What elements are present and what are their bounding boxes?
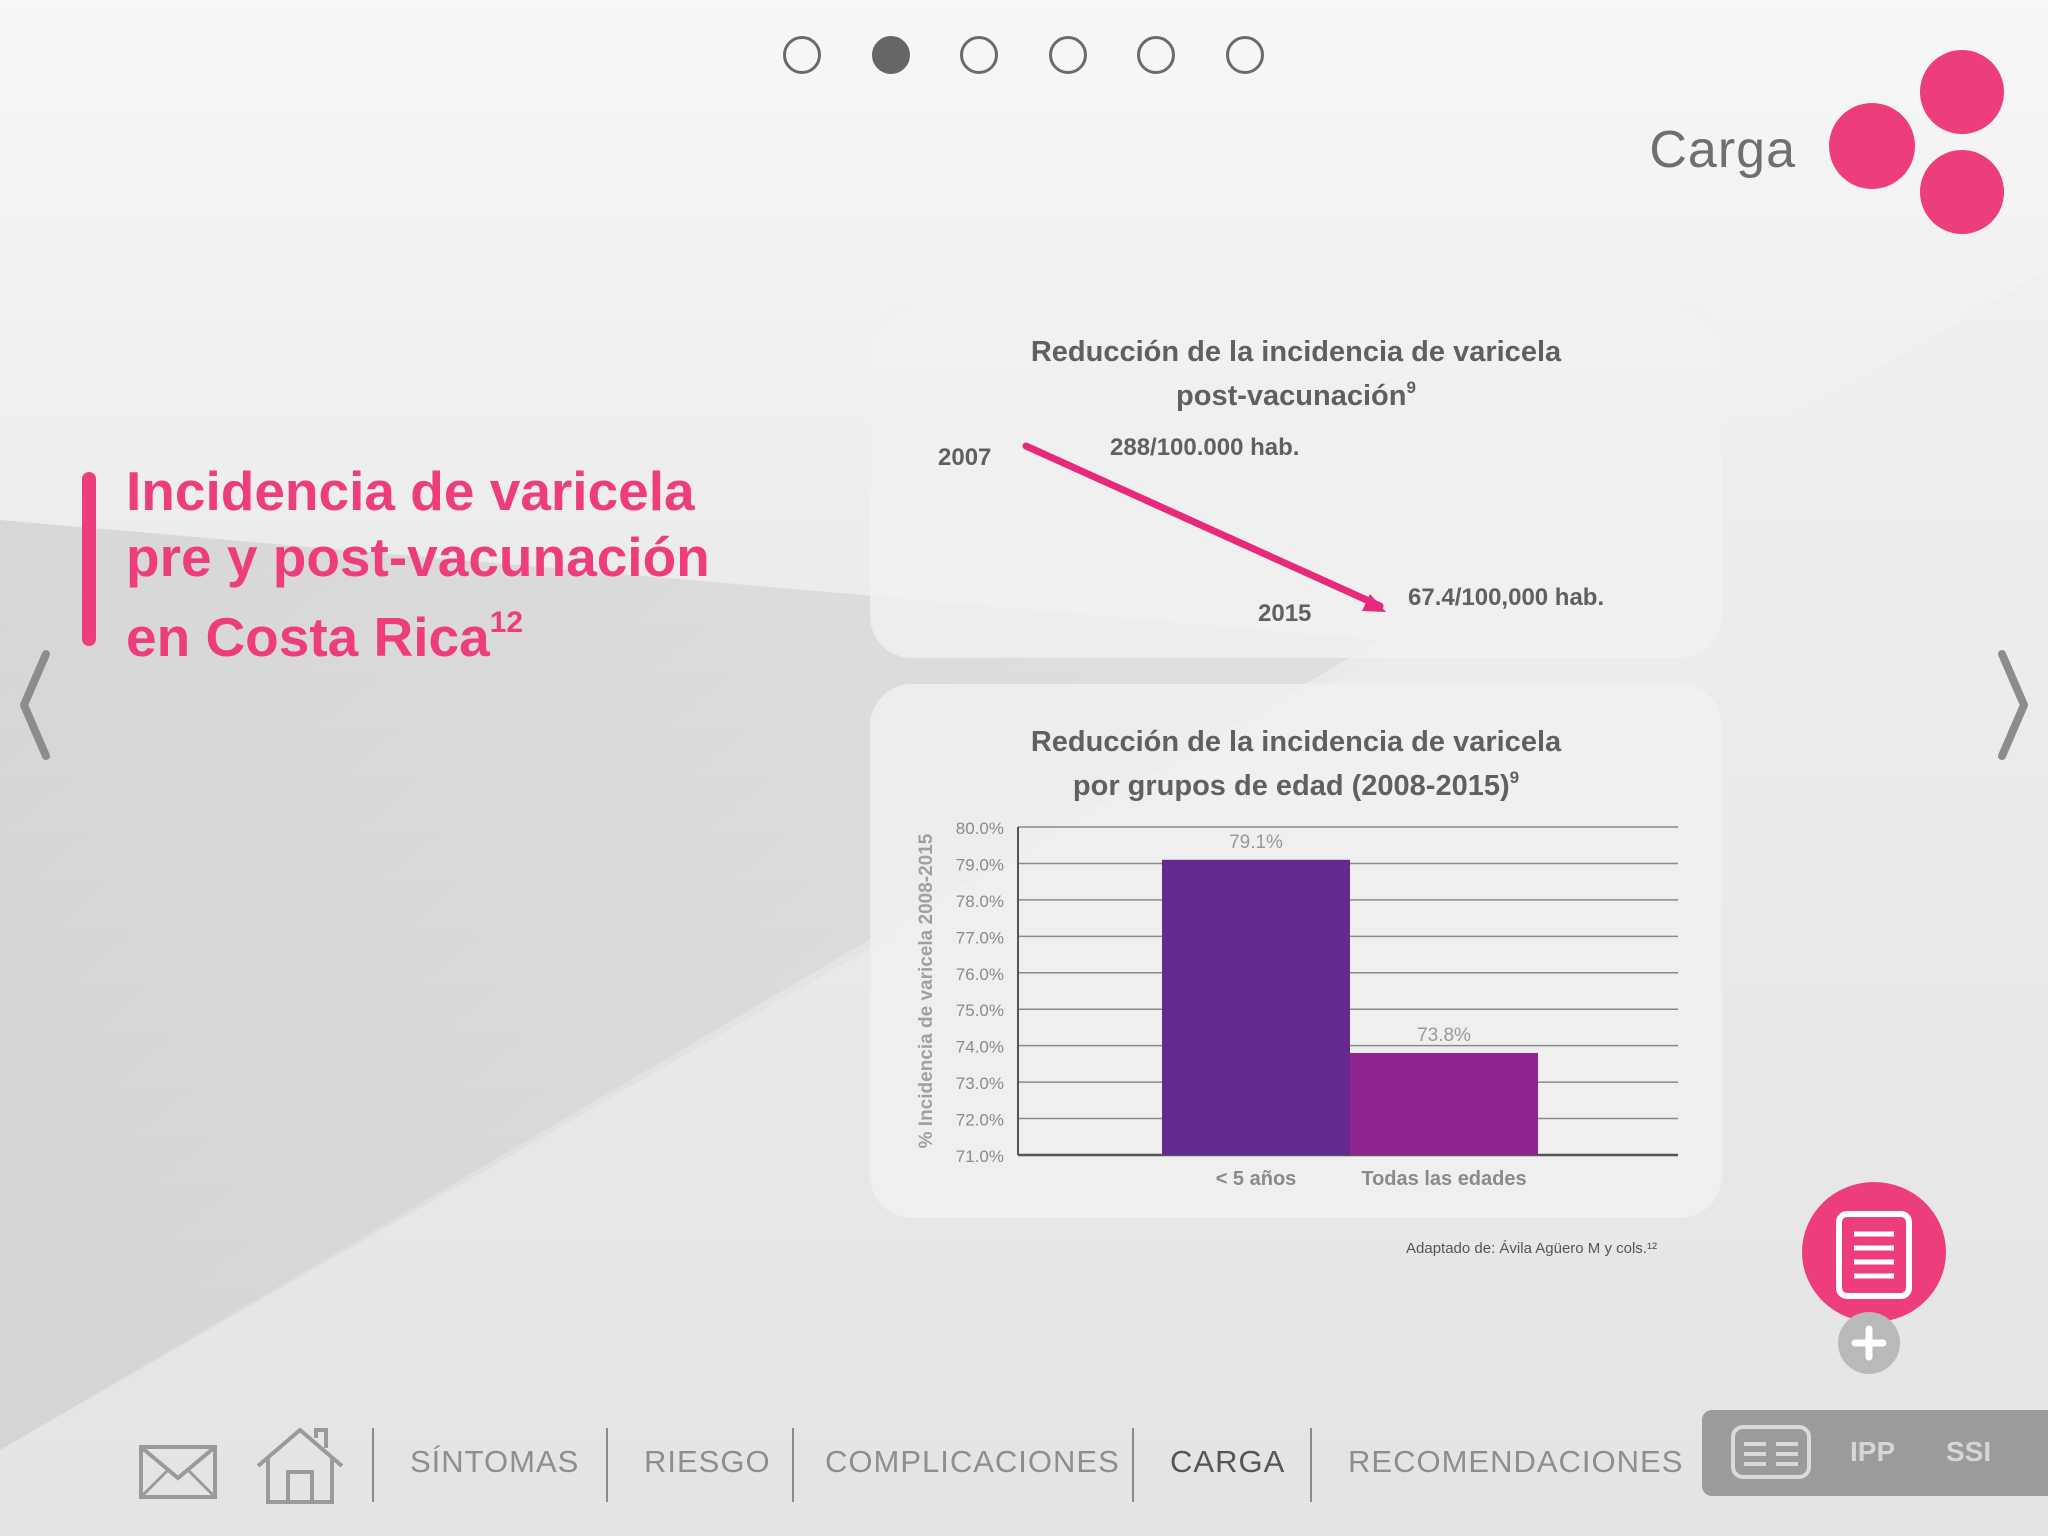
home-icon[interactable] [254, 1426, 346, 1506]
nav-separator [792, 1428, 794, 1502]
plus-icon [1851, 1325, 1887, 1361]
pagination-dot-5[interactable] [1137, 36, 1175, 74]
y-tick-label: 78.0% [956, 892, 1004, 911]
headline-accent-bar [82, 472, 96, 646]
bar-data-label: 79.1% [1229, 832, 1283, 853]
nav-item-complicaciones[interactable]: COMPLICACIONES [825, 1444, 1120, 1480]
x-category-label: < 5 años [1216, 1168, 1297, 1190]
nav-item-carga[interactable]: CARGA [1170, 1444, 1285, 1480]
document-icon [1836, 1211, 1912, 1299]
y-tick-label: 80.0% [956, 819, 1004, 838]
page-headline: Incidencia de varicela pre y post-vacuna… [126, 458, 826, 670]
headline-line-3-text: en Costa Rica [126, 606, 490, 668]
reference-list-icon[interactable] [1730, 1424, 1812, 1480]
pagination-dot-4[interactable] [1049, 36, 1087, 74]
headline-line-1: Incidencia de varicela [126, 460, 695, 522]
expand-button[interactable] [1838, 1312, 1900, 1374]
bar-1 [1162, 859, 1350, 1155]
y-tick-label: 75.0% [956, 1001, 1004, 1020]
decline-arrow-icon [1022, 442, 1386, 612]
headline-line-2: pre y post-vacunación [126, 526, 710, 588]
next-arrow-icon[interactable] [1992, 648, 2032, 762]
y-tick-label: 74.0% [956, 1038, 1004, 1057]
nav-item-sintomas[interactable]: SÍNTOMAS [410, 1444, 579, 1480]
y-tick-label: 72.0% [956, 1111, 1004, 1130]
y-tick-label: 76.0% [956, 965, 1004, 984]
pagination-dots [0, 36, 2048, 76]
source-note: Adaptado de: Ávila Agüero M y cols.¹² [1406, 1240, 1657, 1257]
panel-item-ssi[interactable]: SSI [1946, 1436, 1991, 1468]
pagination-dot-2[interactable] [872, 36, 910, 74]
section-title: Carga [1649, 121, 1796, 179]
x-category-label: Todas las edades [1361, 1168, 1526, 1190]
nav-separator [1310, 1428, 1312, 1502]
panel-item-ipp[interactable]: IPP [1850, 1436, 1895, 1468]
nav-separator [372, 1428, 374, 1502]
incidence-trend-card: Reducción de la incidencia de varicela p… [870, 306, 1722, 658]
pagination-dot-1[interactable] [783, 36, 821, 74]
y-tick-label: 71.0% [956, 1147, 1004, 1166]
y-tick-label: 73.0% [956, 1074, 1004, 1093]
headline-line-3: en Costa Rica12 [126, 590, 826, 670]
document-button[interactable] [1802, 1182, 1946, 1322]
bar-2 [1350, 1052, 1538, 1155]
y-tick-label: 79.0% [956, 855, 1004, 874]
age-group-chart-card: Reducción de la incidencia de varicela p… [870, 684, 1722, 1218]
reference-panel: IPP SSI [1702, 1410, 2048, 1496]
pagination-dot-6[interactable] [1226, 36, 1264, 74]
y-tick-label: 77.0% [956, 928, 1004, 947]
bar-data-label: 73.8% [1417, 1025, 1471, 1046]
previous-arrow-icon[interactable] [16, 648, 56, 762]
nav-separator [1132, 1428, 1134, 1502]
nav-item-riesgo[interactable]: RIESGO [644, 1444, 771, 1480]
age-group-bar-chart: 71.0% 72.0% 73.0% 74.0% 75.0% 76.0% 77.0% 78.0%… [916, 819, 1678, 1190]
three-circles-logo [1829, 50, 2004, 234]
headline-reference: 12 [489, 606, 524, 639]
mail-icon[interactable] [138, 1444, 218, 1500]
nav-separator [606, 1428, 608, 1502]
pagination-dot-3[interactable] [960, 36, 998, 74]
nav-item-recomendaciones[interactable]: RECOMENDACIONES [1348, 1444, 1683, 1480]
y-axis-label: % Incidencia de varicela 2008-2015 [916, 833, 937, 1148]
